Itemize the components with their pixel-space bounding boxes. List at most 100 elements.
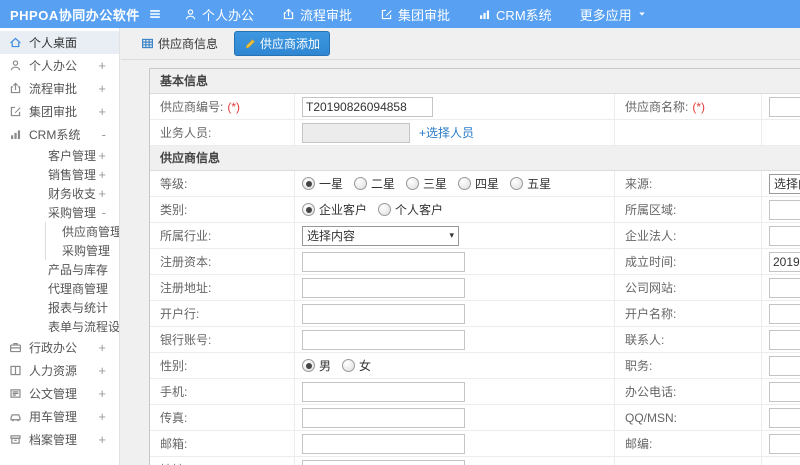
sidebar-item[interactable]: 档案管理 + xyxy=(0,428,119,451)
sidebar-item[interactable]: 用车管理 + xyxy=(0,405,119,428)
field-cell: 选择内容 ▾ xyxy=(295,223,615,249)
form-input[interactable] xyxy=(769,407,800,428)
sidebar-item[interactable]: 报表与统计 xyxy=(0,298,119,317)
form-input[interactable] xyxy=(769,329,800,350)
topbar-menu-item-label: CRM系统 xyxy=(496,7,552,23)
radio-option[interactable]: 企业客户 xyxy=(302,201,367,218)
field-cell xyxy=(295,457,615,465)
topbar-menu-item-label: 更多应用 xyxy=(579,7,632,23)
expand-toggle[interactable]: + xyxy=(98,386,106,401)
form-input[interactable] xyxy=(302,277,465,298)
radio-option[interactable]: 个人客户 xyxy=(378,201,443,218)
sidebar-item[interactable]: 代理商管理 + xyxy=(0,279,119,298)
form-input[interactable] xyxy=(769,225,800,246)
expand-toggle[interactable]: + xyxy=(98,319,106,334)
field-cell xyxy=(762,94,800,120)
sidebar-item[interactable]: 行政办公 + xyxy=(0,336,119,359)
radio-option[interactable]: 二星 xyxy=(354,175,395,192)
form-input[interactable] xyxy=(769,199,800,220)
field-label: 等级: xyxy=(150,171,295,197)
form-input[interactable] xyxy=(769,277,800,298)
form-input[interactable] xyxy=(302,122,410,143)
expand-toggle[interactable]: + xyxy=(98,409,106,424)
expand-toggle[interactable]: + xyxy=(98,262,106,277)
sidebar-item-label: 采购管理 xyxy=(62,244,111,258)
expand-toggle[interactable]: + xyxy=(98,281,106,296)
expand-toggle[interactable]: + xyxy=(98,81,106,96)
form-select[interactable]: 选择内容▾ xyxy=(302,225,459,246)
main-content: 供应商信息 供应商添加 基本信息供应商编号:(*) 供应商名称:(*) 业务人员: +选… xyxy=(121,28,800,465)
sidebar-item-label: 表单与流程设置 xyxy=(48,320,120,334)
tab-active[interactable]: 供应商添加 xyxy=(234,31,331,56)
expand-toggle[interactable]: + xyxy=(98,186,106,201)
radio-option[interactable]: 四星 xyxy=(458,175,499,192)
sidebar-item[interactable]: 供应商管理 xyxy=(0,222,119,241)
required-marker: (*) xyxy=(227,99,241,114)
form-input[interactable] xyxy=(769,381,800,402)
form-input[interactable] xyxy=(769,96,800,117)
sidebar-item[interactable]: 客户管理 + xyxy=(0,146,119,165)
expand-toggle[interactable]: + xyxy=(98,432,106,447)
sidebar-item[interactable]: 人力资源 + xyxy=(0,359,119,382)
hamburger-menu-icon[interactable] xyxy=(148,7,162,21)
form-input[interactable] xyxy=(302,251,465,272)
sidebar-item[interactable]: 采购管理 xyxy=(0,241,119,260)
form-input[interactable] xyxy=(769,433,800,454)
sidebar-item[interactable]: 表单与流程设置+ xyxy=(0,317,119,336)
expand-toggle[interactable]: + xyxy=(98,340,106,355)
expand-toggle[interactable]: + xyxy=(98,104,106,119)
expand-toggle[interactable]: + xyxy=(98,148,106,163)
sidebar-item-label: 个人桌面 xyxy=(29,36,78,50)
field-cell xyxy=(295,249,615,275)
sidebar-item[interactable]: 产品与库存 + xyxy=(0,260,119,279)
expand-toggle[interactable]: + xyxy=(98,363,106,378)
radio-option[interactable]: 三星 xyxy=(406,175,447,192)
expand-toggle[interactable]: - xyxy=(102,205,106,220)
radio-label: 男 xyxy=(319,359,332,373)
topbar-menu-item[interactable]: 个人办公 xyxy=(184,5,254,24)
form-select[interactable]: 选择内容▾ xyxy=(769,173,800,194)
topbar-menu-item[interactable]: 更多应用 xyxy=(580,5,647,24)
field-label: 性别: xyxy=(150,353,295,379)
sidebar-item[interactable]: 采购管理 - xyxy=(0,203,119,222)
form-input[interactable] xyxy=(302,459,465,465)
form-input[interactable] xyxy=(302,329,465,350)
sidebar-item[interactable]: 个人办公 + xyxy=(0,54,119,77)
form-input[interactable] xyxy=(769,251,800,272)
sidebar-item[interactable]: 流程审批 + xyxy=(0,77,119,100)
field-label: 公司网站: xyxy=(615,275,762,301)
sidebar-item[interactable]: 个人桌面 xyxy=(0,31,119,54)
form-input[interactable] xyxy=(769,303,800,324)
field-cell xyxy=(762,327,800,353)
form-input[interactable] xyxy=(302,96,433,117)
topbar-menu-item[interactable]: 流程审批 xyxy=(282,5,352,24)
form-input[interactable] xyxy=(769,355,800,376)
topbar-menu: 个人办公 流程审批 集团审批 CRM系统 更多应用 xyxy=(184,5,647,24)
expand-toggle[interactable]: + xyxy=(98,167,106,182)
radio-option[interactable]: 五星 xyxy=(510,175,551,192)
sidebar-item[interactable]: CRM系统 - xyxy=(0,123,119,146)
tab[interactable]: 供应商信息 xyxy=(134,32,225,55)
sidebar-item[interactable]: 集团审批 + xyxy=(0,100,119,123)
form-input[interactable] xyxy=(302,433,465,454)
radio-option[interactable]: 女 xyxy=(342,357,371,374)
pencil-icon xyxy=(244,38,256,50)
radio-label: 五星 xyxy=(527,177,552,191)
sidebar-item[interactable]: 销售管理 + xyxy=(0,165,119,184)
form-input[interactable] xyxy=(302,407,465,428)
radio-option[interactable]: 男 xyxy=(302,357,331,374)
field-label: 传真: xyxy=(150,405,295,431)
topbar-menu-item[interactable]: 集团审批 xyxy=(380,5,450,24)
topbar-menu-item[interactable]: CRM系统 xyxy=(478,5,552,24)
expand-toggle[interactable]: + xyxy=(98,58,106,73)
sidebar-item-label: 档案管理 xyxy=(29,433,78,447)
radio-option[interactable]: 一星 xyxy=(302,175,343,192)
topbar-menu-item-label: 集团审批 xyxy=(398,7,451,23)
expand-toggle[interactable]: - xyxy=(102,127,106,142)
sidebar-item[interactable]: 财务收支 + xyxy=(0,184,119,203)
sidebar-item[interactable]: 公文管理 + xyxy=(0,382,119,405)
car-icon xyxy=(9,410,22,423)
form-input[interactable] xyxy=(302,303,465,324)
form-input[interactable] xyxy=(302,381,465,402)
select-person-link[interactable]: +选择人员 xyxy=(419,124,474,141)
